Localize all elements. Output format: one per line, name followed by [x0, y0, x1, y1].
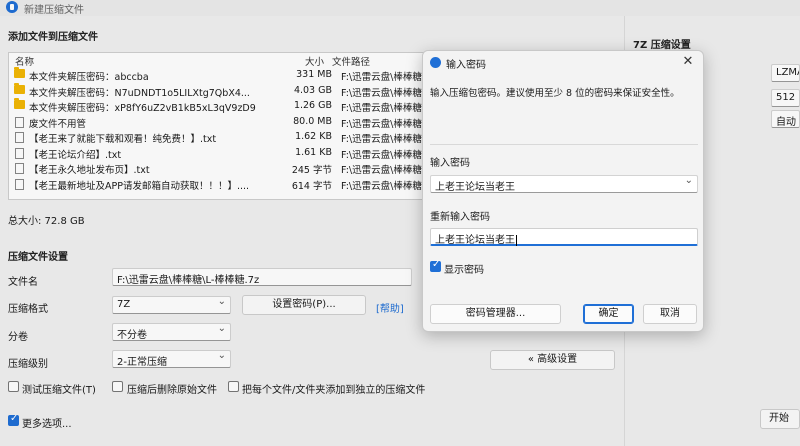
show-password-checkbox[interactable] — [430, 259, 441, 272]
dialog-app-icon — [430, 57, 441, 68]
reenter-password-value: 上老王论坛当老王 — [435, 235, 515, 246]
password-manager-button[interactable]: 密码管理器... — [430, 304, 561, 324]
dialog-divider — [430, 144, 698, 145]
password-dialog: 输入密码 ✕ 输入压缩包密码。建议使用至少 8 位的密码来保证安全性。 输入密码… — [422, 50, 704, 332]
reenter-password-label: 重新输入密码 — [430, 212, 490, 223]
enter-password-input[interactable]: 上老王论坛当老王 — [430, 175, 698, 193]
ok-button[interactable]: 确定 — [583, 304, 634, 324]
close-icon[interactable]: ✕ — [681, 54, 695, 69]
dialog-titlebar: 输入密码 ✕ — [423, 51, 703, 75]
text-caret — [516, 234, 517, 246]
dialog-title: 输入密码 — [446, 60, 486, 71]
dialog-description: 输入压缩包密码。建议使用至少 8 位的密码来保证安全性。 — [430, 88, 680, 99]
enter-password-label: 输入密码 — [430, 158, 470, 169]
reenter-password-input[interactable]: 上老王论坛当老王 — [430, 228, 698, 246]
show-password-label[interactable]: 显示密码 — [444, 261, 484, 276]
cancel-button[interactable]: 取消 — [643, 304, 697, 324]
